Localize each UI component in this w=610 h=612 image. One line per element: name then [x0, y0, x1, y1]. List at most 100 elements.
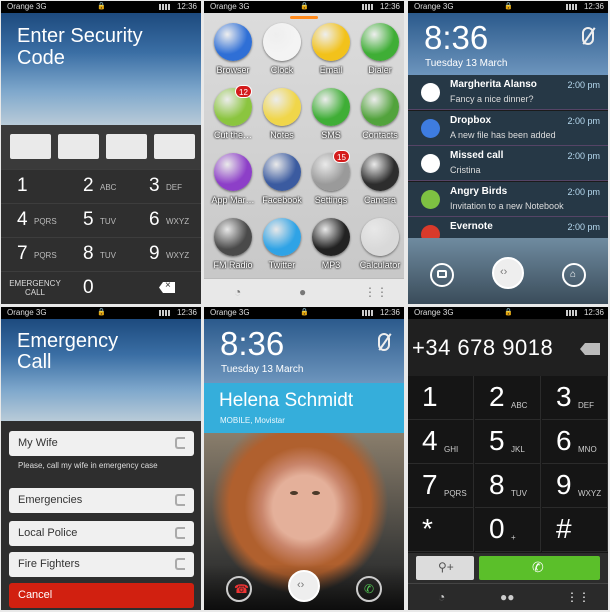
accept-call-button[interactable]: ✆	[356, 576, 382, 602]
call-button[interactable]: ✆	[479, 556, 600, 580]
dial-key-3[interactable]: 3 DEF	[542, 376, 608, 420]
phone-icon: ✆	[364, 582, 375, 596]
contacts-icon[interactable]: ●●	[500, 590, 515, 604]
contact-local-police[interactable]: Local Police	[9, 521, 194, 546]
contact-emergencies[interactable]: Emergencies	[9, 488, 194, 513]
lock-icon: 🔒	[300, 309, 309, 316]
code-digit-box[interactable]	[154, 134, 195, 159]
key-letters: TUV	[100, 251, 116, 260]
dial-key-star[interactable]: *	[408, 508, 474, 552]
key-digit: 6	[556, 425, 572, 456]
drag-handle[interactable]	[290, 16, 318, 19]
app-icon[interactable]: Dialer	[355, 23, 404, 87]
notification-body: Cristina	[450, 165, 481, 175]
app-icon[interactable]: Twitter	[257, 218, 307, 282]
app-icon[interactable]: App Mar…	[208, 153, 258, 217]
app-icon[interactable]: Notes	[257, 88, 307, 152]
dial-key-hash[interactable]: #	[542, 508, 608, 552]
app-icon[interactable]: Cut the… 12	[208, 85, 258, 152]
notification-item[interactable]: Dropbox A new file has been added 2:00 pm	[408, 110, 608, 146]
app-icon[interactable]: Facebook	[257, 153, 307, 217]
delete-key[interactable]	[133, 272, 199, 304]
contact-label: Local Police	[18, 527, 78, 539]
mute-icon[interactable]	[378, 333, 390, 351]
dial-key-7[interactable]: 7 PQRS	[408, 464, 474, 508]
recents-icon[interactable]: ◔	[438, 590, 445, 604]
app-icon[interactable]: Contacts	[355, 88, 404, 152]
dial-key-6[interactable]: 6 MNO	[542, 420, 608, 464]
dial-key-8[interactable]: 8 TUV	[475, 464, 541, 508]
notification-item[interactable]: Angry Birds Invitation to a new Notebook 2…	[408, 181, 608, 217]
code-digit-box[interactable]	[10, 134, 51, 159]
dial-key-2[interactable]: 2 ABC	[475, 376, 541, 420]
unlock-slider-handle[interactable]: ‹›	[492, 257, 524, 289]
dial-key-4[interactable]: 4 GHI	[408, 420, 474, 464]
app-icon[interactable]: FM Radio	[208, 218, 258, 282]
unlock-bar: ‹› ⌂	[408, 238, 608, 304]
keypad-icon[interactable]: ⋮⋮	[566, 590, 590, 604]
contact-fire-fighters[interactable]: Fire Fighters	[9, 552, 194, 577]
contact-label: Fire Fighters	[18, 558, 80, 570]
app-icon[interactable]: Clock	[257, 23, 307, 87]
dial-key-5[interactable]: 5 JKL	[475, 420, 541, 464]
app-icon[interactable]: Calculator	[355, 218, 404, 282]
backspace-icon	[159, 282, 175, 293]
clock-icon[interactable]: ◔	[234, 285, 241, 299]
signal-icon	[159, 310, 171, 316]
app-icon[interactable]: Email	[306, 23, 356, 87]
dial-key-0[interactable]: 0 +	[475, 508, 541, 552]
unlock-button[interactable]: ⌂	[562, 263, 586, 287]
padlock-icon: ⌂	[570, 269, 577, 280]
key-letters: WXYZ	[578, 489, 602, 498]
contact-my-wife[interactable]: My Wife	[9, 431, 194, 456]
app-glyph-icon	[312, 23, 350, 61]
key-7[interactable]: 7 PQRS	[1, 238, 67, 270]
app-icon[interactable]: Settings 15	[306, 150, 356, 217]
app-icon[interactable]: MP3	[306, 218, 356, 282]
code-digit-box[interactable]	[58, 134, 99, 159]
add-contact-button[interactable]: ⚲+	[416, 556, 474, 580]
cancel-button[interactable]: Cancel	[9, 583, 194, 608]
phone-icon: ✆	[532, 559, 544, 575]
carrier-label: Orange 3G	[210, 308, 250, 317]
lock-icon: 🔒	[300, 3, 309, 10]
mute-icon[interactable]	[582, 27, 594, 45]
app-icon[interactable]: SMS	[306, 88, 356, 152]
person-icon[interactable]: ●	[299, 285, 306, 299]
key-0[interactable]: 0	[67, 272, 133, 304]
grid-icon[interactable]: ⋮⋮	[364, 285, 388, 299]
notification-badge: 15	[333, 150, 350, 163]
security-keypad: 1 2 ABC 3 DEF 4 PQRS 5 TUV 6 WXYZ 7 PQRS 8 TUV 9 WXYZ EME…	[1, 169, 201, 304]
camera-button[interactable]	[430, 263, 454, 287]
backspace-icon[interactable]	[580, 343, 600, 355]
key-1[interactable]: 1	[1, 170, 67, 202]
key-8[interactable]: 8 TUV	[67, 238, 133, 270]
key-letters: MNO	[578, 445, 597, 454]
dial-key-1[interactable]: 1	[408, 376, 474, 420]
status-time: 12:36	[583, 2, 604, 11]
key-letters: PQRS	[34, 251, 57, 260]
dial-key-9[interactable]: 9 WXYZ	[542, 464, 608, 508]
key-letters: WXYZ	[166, 217, 190, 226]
key-9[interactable]: 9 WXYZ	[133, 238, 199, 270]
app-icon[interactable]: Camera	[355, 153, 404, 217]
key-letters: ABC	[100, 183, 117, 192]
key-letters: TUV	[511, 489, 527, 498]
key-2[interactable]: 2 ABC	[67, 170, 133, 202]
decline-call-button[interactable]: ☎	[226, 576, 252, 602]
notification-item[interactable]: Margherita Alanso Fancy a nice dinner? 2:0…	[408, 75, 608, 110]
answer-slider-handle[interactable]: ‹›	[288, 570, 320, 602]
arrows-icon: ‹›	[500, 266, 508, 278]
key-5[interactable]: 5 TUV	[67, 204, 133, 236]
app-glyph-icon	[214, 218, 252, 256]
key-6[interactable]: 6 WXYZ	[133, 204, 199, 236]
key-4[interactable]: 4 PQRS	[1, 204, 67, 236]
notification-item[interactable]: Missed call Cristina 2:00 pm	[408, 146, 608, 181]
key-digit: 6	[149, 209, 160, 230]
key-digit: 7	[17, 243, 28, 264]
add-contact-icon: ⚲+	[438, 560, 454, 574]
code-digit-box[interactable]	[106, 134, 147, 159]
emergency-call-key[interactable]: EMERGENCY CALL	[1, 272, 67, 304]
key-3[interactable]: 3 DEF	[133, 170, 199, 202]
app-icon[interactable]: Browser	[208, 23, 258, 87]
